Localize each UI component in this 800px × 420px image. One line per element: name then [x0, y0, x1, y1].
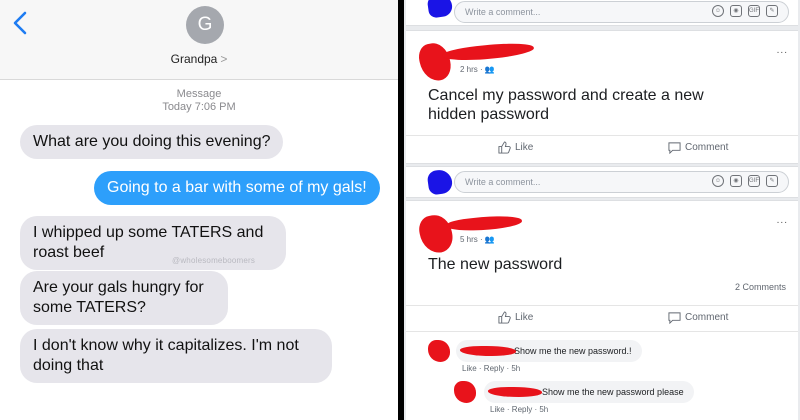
comment-text: Show me the new password please	[542, 387, 684, 397]
message-bubble-incoming: What are you doing this evening?	[20, 125, 284, 159]
sticker-icon[interactable]: ✎	[766, 5, 778, 17]
post-card: 5 hrs · 👥 ... The new password 2 Comment…	[406, 200, 798, 420]
comment-button[interactable]: Comment	[668, 141, 728, 154]
camera-icon[interactable]: ◉	[730, 175, 742, 187]
comment-input-icons: ☺ ◉ GIF ✎	[712, 175, 778, 187]
message-text-line: Are your gals hungry for	[33, 279, 204, 296]
thumbs-up-icon	[498, 141, 511, 154]
comment-icon	[668, 312, 681, 324]
chevron-right-icon: >	[220, 52, 228, 66]
post-text-line: Cancel my password and create a new	[428, 87, 704, 104]
avatar-redacted	[454, 381, 476, 403]
post-text-line: The new password	[428, 256, 563, 273]
gif-icon[interactable]: GIF	[748, 5, 760, 17]
like-label: Like	[515, 312, 534, 323]
comment-actions[interactable]: Like · Reply · 5h	[490, 405, 548, 414]
friends-icon: 👥	[484, 235, 495, 244]
friends-icon: 👥	[484, 65, 495, 74]
like-label: Like	[515, 142, 534, 153]
contact-avatar[interactable]: G	[186, 6, 224, 44]
sticker-icon[interactable]: ✎	[766, 175, 778, 187]
message-bubble-outgoing: Going to a bar with some of my gals!	[94, 171, 380, 205]
name-redacted	[445, 213, 523, 234]
smiley-icon[interactable]: ☺	[712, 5, 724, 17]
avatar-redacted	[416, 40, 454, 84]
contact-name-row[interactable]: Grandpa >	[0, 52, 398, 66]
comment-label: Comment	[685, 142, 729, 153]
like-button[interactable]: Like	[498, 311, 533, 324]
comment-composer: Write a comment... ☺ ◉ GIF ✎	[406, 166, 798, 198]
camera-icon[interactable]: ◉	[730, 5, 742, 17]
post-meta: 5 hrs · 👥	[460, 235, 495, 244]
comment-placeholder: Write a comment...	[465, 177, 541, 187]
post-text: Cancel my password and create a new hidd…	[428, 86, 704, 124]
comment-actions[interactable]: Like · Reply · 5h	[462, 364, 520, 373]
post-action-bar: Like Comment	[406, 305, 798, 331]
message-text-line: doing that	[33, 357, 104, 374]
avatar-redacted	[426, 168, 454, 196]
message-timestamp: Today 7:06 PM	[162, 101, 236, 113]
thumbs-up-icon	[498, 311, 511, 324]
comment-label: Comment	[685, 312, 729, 323]
message-text-line: I don't know why it capitalizes. I'm not	[33, 337, 299, 354]
more-options-icon[interactable]: ...	[777, 215, 788, 226]
imessage-screenshot: G Grandpa > Message Today 7:06 PM What ar…	[0, 0, 398, 420]
comment-composer: Write a comment... ☺ ◉ GIF ✎	[406, 0, 798, 26]
avatar-redacted	[426, 0, 454, 19]
name-redacted	[441, 40, 535, 64]
post-text-line: hidden password	[428, 106, 549, 123]
avatar-redacted	[428, 340, 450, 362]
message-text: What are you doing this evening?	[33, 133, 271, 150]
comment-input-icons: ☺ ◉ GIF ✎	[712, 5, 778, 17]
more-options-icon[interactable]: ...	[777, 45, 788, 56]
comment-placeholder: Write a comment...	[465, 7, 541, 17]
comment-input[interactable]: Write a comment... ☺ ◉ GIF ✎	[454, 171, 789, 193]
message-text: Going to a bar with some of my gals!	[107, 179, 367, 196]
like-button[interactable]: Like	[498, 141, 533, 154]
post-card: 2 hrs · 👥 ... Cancel my password and cre…	[406, 30, 798, 164]
conversation-header: G Grandpa >	[0, 0, 398, 80]
gif-icon[interactable]: GIF	[748, 175, 760, 187]
message-service-label: Message	[176, 88, 222, 100]
message-bubble-incoming: I don't know why it capitalizes. I'm not…	[20, 329, 332, 383]
contact-name: Grandpa	[170, 52, 218, 66]
post-action-bar: Like Comment	[406, 135, 798, 161]
message-text-line: I whipped up some TATERS and	[33, 224, 264, 241]
post-time[interactable]: 5 hrs	[460, 235, 478, 244]
smiley-icon[interactable]: ☺	[712, 175, 724, 187]
comment-input[interactable]: Write a comment... ☺ ◉ GIF ✎	[454, 1, 789, 23]
comment-icon	[668, 142, 681, 154]
message-text-line: some TATERS?	[33, 299, 146, 316]
comment-text: Show me the new password.!	[514, 346, 632, 356]
post-time[interactable]: 2 hrs	[460, 65, 478, 74]
comment-button[interactable]: Comment	[668, 311, 728, 324]
post-meta: 2 hrs · 👥	[460, 65, 495, 74]
back-chevron-icon[interactable]	[10, 10, 32, 36]
comments-divider	[406, 331, 798, 332]
post-text: The new password	[428, 255, 562, 274]
avatar-redacted	[416, 212, 456, 256]
watermark: @wholesomeboomers	[172, 256, 256, 265]
facebook-screenshot: Write a comment... ☺ ◉ GIF ✎ 2 hrs · 👥 .…	[404, 0, 800, 420]
comments-count[interactable]: 2 Comments	[735, 282, 786, 292]
message-bubble-incoming: Are your gals hungry for some TATERS?	[20, 271, 228, 325]
